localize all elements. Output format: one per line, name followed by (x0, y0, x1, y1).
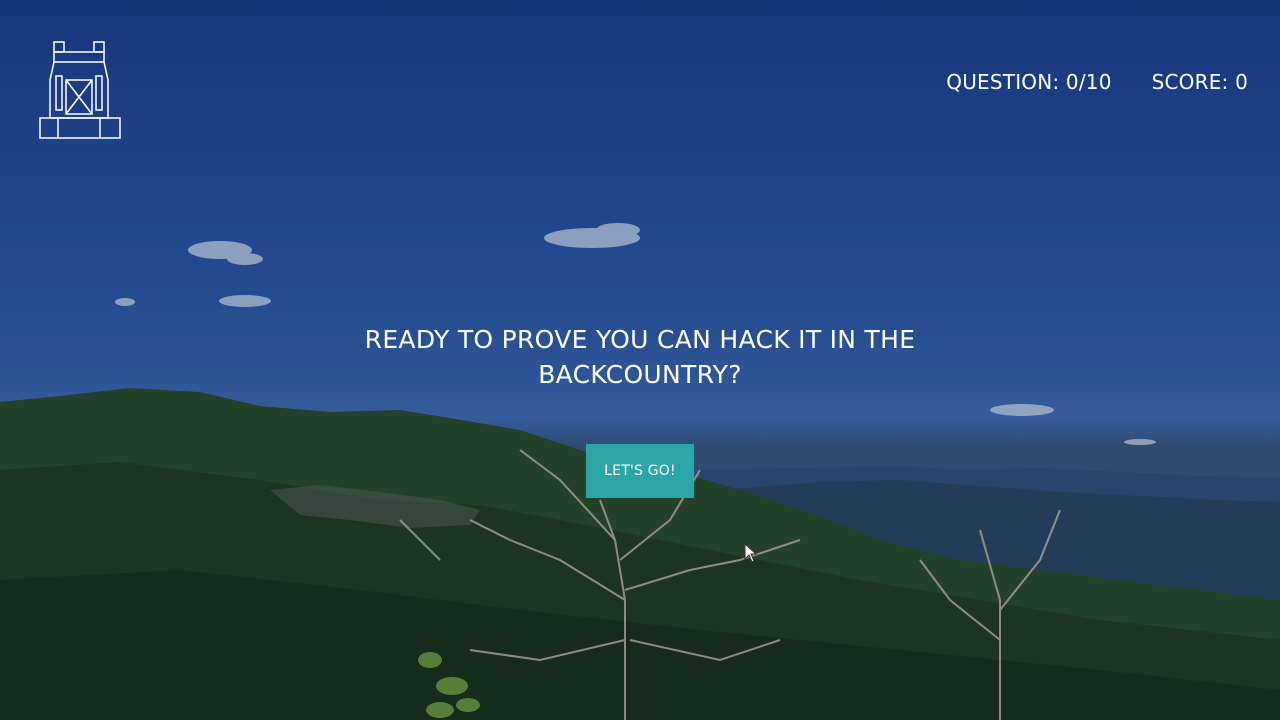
score-value: 0 (1235, 70, 1248, 94)
quiz-status-bar: QUESTION: 0/10 SCORE: 0 (946, 70, 1248, 94)
quiz-start-screen: QUESTION: 0/10 SCORE: 0 READY TO PROVE Y… (0, 0, 1280, 720)
backpack-icon (39, 41, 121, 139)
score-counter: SCORE: 0 (1152, 70, 1248, 94)
question-label: QUESTION: (946, 70, 1060, 94)
mouse-cursor-icon (744, 543, 758, 563)
question-value: 0/10 (1065, 70, 1112, 94)
start-quiz-button[interactable]: LET'S GO! (586, 444, 694, 498)
score-label: SCORE: (1151, 70, 1229, 94)
question-counter: QUESTION: 0/10 (946, 70, 1111, 94)
intro-headline: READY TO PROVE YOU CAN HACK IT IN THE BA… (364, 325, 916, 389)
